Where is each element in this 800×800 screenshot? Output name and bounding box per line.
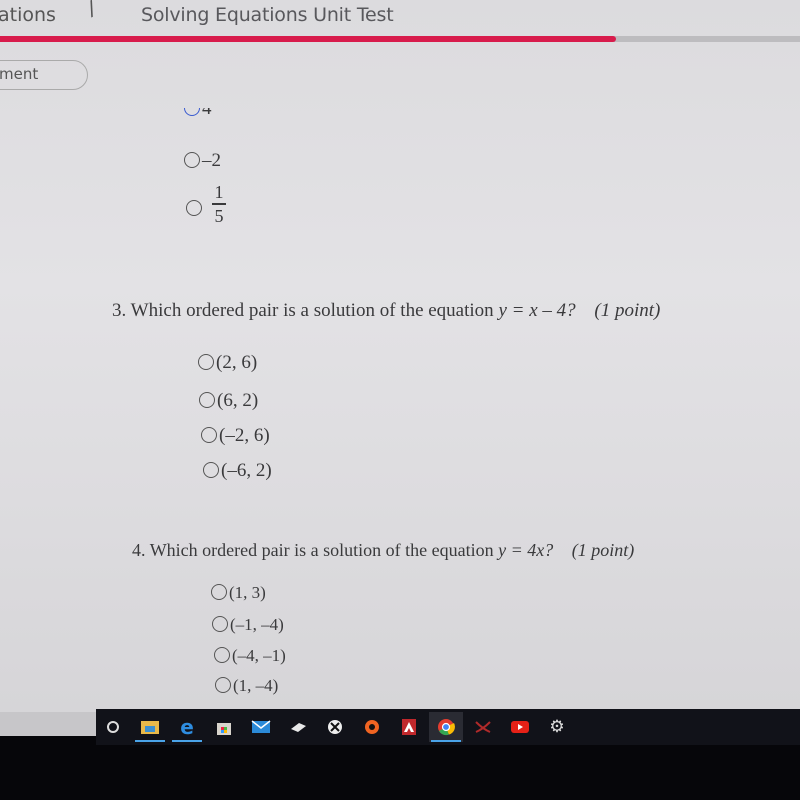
page-title: Solving Equations Unit Test [141,4,394,26]
radio[interactable] [203,461,219,478]
q2-option-label: 4 [202,108,212,119]
origin-icon[interactable] [355,712,389,742]
radio-selected[interactable] [184,108,200,116]
q4-option-1[interactable]: (1, 3) [211,583,266,603]
assignment-pill-button[interactable]: ment [0,60,88,90]
question-number: 3. [112,300,127,321]
option-label: (–2, 6) [219,425,270,446]
option-label: (6, 2) [217,390,259,411]
option-label: (–4, –1) [232,646,286,665]
apex-legends-icon[interactable] [392,712,426,742]
x-app-icon[interactable] [466,712,500,742]
radio[interactable] [214,647,230,664]
q2-option-2[interactable]: –2 [184,150,221,172]
edge-browser-icon[interactable]: e [170,712,204,742]
screen-edge [0,712,98,736]
eraser-app-icon[interactable] [281,712,315,742]
option-label: (2, 6) [216,352,258,373]
q2-option-label: –2 [202,150,221,171]
test-header: ations / Solving Equations Unit Test [0,0,800,36]
cortana-search-icon[interactable] [96,712,130,742]
question-text: Which ordered pair is a solution of the … [149,540,494,560]
youtube-icon[interactable] [503,712,537,742]
mail-icon[interactable] [244,712,278,742]
radio[interactable] [215,677,231,694]
question-text: Which ordered pair is a solution of the … [130,300,494,321]
radio[interactable] [184,151,200,168]
q2-option-3[interactable] [186,198,204,220]
q3-option-1[interactable]: (2, 6) [198,352,257,374]
radio[interactable] [199,391,215,408]
radio[interactable] [201,426,217,443]
question-points: (1 point) [571,540,635,560]
radio[interactable] [212,616,228,633]
test-progress-bar [0,36,800,42]
q2-option-3-fraction: 1 5 [212,183,226,225]
fraction-bar [212,203,226,205]
fraction-numerator: 1 [214,182,224,202]
radio[interactable] [211,584,227,601]
q4-option-4[interactable]: (1, –4) [215,676,278,696]
question-3: 3. Which ordered pair is a solution of t… [112,300,660,322]
option-label: (1, 3) [229,583,266,602]
q3-option-2[interactable]: (6, 2) [199,390,258,412]
option-label: (–1, –4) [230,615,284,634]
q4-option-3[interactable]: (–4, –1) [214,646,286,666]
option-label: (1, –4) [233,676,279,695]
question-equation: y = x – 4? [498,300,576,321]
settings-gear-icon[interactable]: ⚙ [540,712,574,742]
question-4: 4. Which ordered pair is a solution of t… [132,540,634,561]
radio[interactable] [198,353,214,370]
xbox-icon[interactable] [318,712,352,742]
breadcrumb-previous[interactable]: ations [0,4,56,26]
windows-taskbar: e ⚙ [96,709,800,745]
breadcrumb-separator-icon: / [84,0,99,21]
q4-option-2[interactable]: (–1, –4) [212,615,284,635]
radio[interactable] [186,199,202,216]
chrome-icon[interactable] [429,712,463,742]
question-number: 4. [132,540,146,560]
q2-option-1[interactable]: 4 [184,108,212,122]
browser-viewport: ations / Solving Equations Unit Test men… [0,0,800,712]
question-points: (1 point) [594,300,661,321]
q3-option-3[interactable]: (–2, 6) [201,425,270,447]
test-progress-fill [0,36,616,42]
file-explorer-icon[interactable] [133,712,167,742]
q3-option-4[interactable]: (–6, 2) [203,460,272,482]
option-label: (–6, 2) [221,460,272,481]
fraction-denominator: 5 [214,205,224,226]
microsoft-store-icon[interactable] [207,712,241,742]
question-equation: y = 4x? [498,540,554,560]
